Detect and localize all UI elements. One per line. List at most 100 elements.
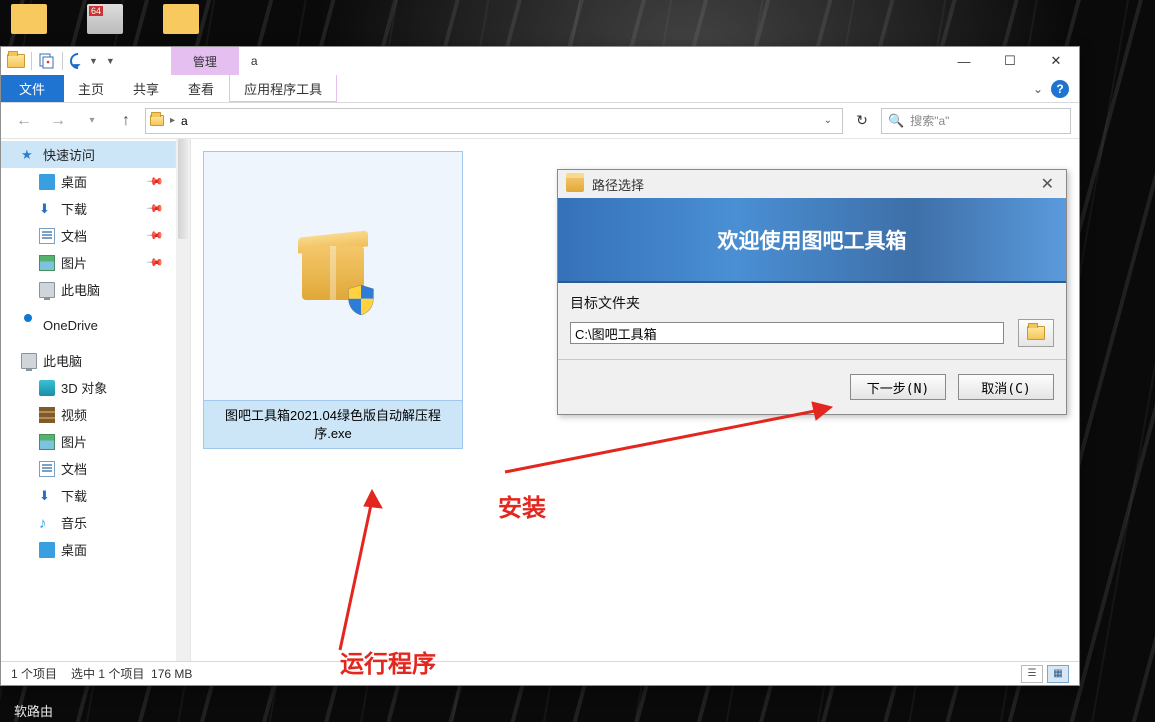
tab-file[interactable]: 文件 <box>1 75 64 102</box>
ribbon-context-title: 管理 <box>171 47 239 75</box>
installer-title-bar[interactable]: 路径选择 ✕ <box>558 170 1066 198</box>
sidebar-item-label: 桌面 <box>61 172 87 191</box>
forward-button[interactable]: → <box>43 108 73 134</box>
file-name: 图吧工具箱2021.04绿色版自动解压程序.exe <box>203 401 463 449</box>
pc-icon <box>39 282 55 298</box>
desktop-icon <box>39 542 55 558</box>
maximize-button[interactable]: ☐ <box>987 47 1033 75</box>
refresh-button[interactable]: ↻ <box>847 108 877 134</box>
sidebar-item-label: 桌面 <box>61 540 87 559</box>
separator <box>62 52 63 70</box>
view-details-button[interactable]: ☰ <box>1021 665 1043 683</box>
status-selected: 选中 1 个项目 176 MB <box>71 665 192 682</box>
tab-app-tools[interactable]: 应用程序工具 <box>229 75 337 102</box>
annotation-arrow <box>330 490 390 663</box>
sidebar-item-music[interactable]: ♪ 音乐 <box>1 509 190 536</box>
address-dropdown-icon[interactable]: ⌄ <box>818 115 838 126</box>
document-icon <box>39 228 55 244</box>
history-dropdown-icon[interactable]: ▾ <box>77 108 107 134</box>
search-placeholder: 搜索"a" <box>910 112 949 129</box>
window-controls: — ☐ ✕ <box>941 47 1079 75</box>
desktop-icon[interactable] <box>84 4 126 46</box>
target-folder-label: 目标文件夹 <box>570 293 1054 313</box>
desktop-icon[interactable] <box>160 4 202 46</box>
browse-button[interactable] <box>1018 319 1054 347</box>
package-icon <box>566 176 584 192</box>
sidebar-item-pictures[interactable]: 图片 <box>1 428 190 455</box>
cancel-button[interactable]: 取消(C) <box>958 374 1054 400</box>
back-button[interactable]: ← <box>9 108 39 134</box>
sidebar-item-label: 图片 <box>61 253 87 272</box>
sidebar-scrollbar[interactable] <box>176 139 190 661</box>
up-button[interactable]: ↑ <box>111 108 141 134</box>
sidebar-item-3d-objects[interactable]: 3D 对象 <box>1 374 190 401</box>
annotation-arrow <box>500 400 840 483</box>
installer-banner: 欢迎使用图吧工具箱 <box>558 198 1066 283</box>
status-item-count: 1 个项目 <box>11 665 57 682</box>
quick-access-toolbar: ▼ ▼ <box>1 47 115 75</box>
video-icon <box>39 407 55 423</box>
sidebar-item-label: 文档 <box>61 459 87 478</box>
sidebar-item-documents[interactable]: 文档 📌 <box>1 222 190 249</box>
star-icon: ★ <box>21 147 37 163</box>
breadcrumb-item[interactable]: a <box>181 114 188 128</box>
sidebar-item-documents[interactable]: 文档 <box>1 455 190 482</box>
sidebar-item-label: 图片 <box>61 432 87 451</box>
installer-dialog: 路径选择 ✕ 欢迎使用图吧工具箱 目标文件夹 下一步(N) 取消(C) <box>557 169 1067 415</box>
sidebar-item-label: 3D 对象 <box>61 378 107 397</box>
sidebar-item-this-pc[interactable]: 此电脑 <box>1 276 190 303</box>
desktop-icon[interactable] <box>8 4 50 46</box>
uac-shield-icon <box>346 284 376 316</box>
title-bar: ▼ ▼ 管理 a — ☐ ✕ <box>1 47 1079 75</box>
sidebar-item-downloads[interactable]: ⬇ 下载 <box>1 482 190 509</box>
next-button[interactable]: 下一步(N) <box>850 374 946 400</box>
sidebar-item-desktop[interactable]: 桌面 📌 <box>1 168 190 195</box>
taskbar-item-label[interactable]: 软路由 <box>14 701 53 720</box>
sidebar-item-downloads[interactable]: ⬇ 下载 📌 <box>1 195 190 222</box>
document-icon <box>39 461 55 477</box>
window-title: a <box>239 47 270 75</box>
qat-customize-icon[interactable]: ▼ <box>106 56 115 66</box>
sidebar-item-label: 下载 <box>61 199 87 218</box>
annotation-install: 安装 <box>498 488 546 523</box>
desktop-icon <box>39 174 55 190</box>
undo-dropdown-icon[interactable]: ▼ <box>89 56 98 66</box>
pin-icon: 📌 <box>146 253 165 272</box>
undo-icon[interactable] <box>67 50 89 72</box>
sidebar-item-this-pc[interactable]: 此电脑 <box>1 347 190 374</box>
close-button[interactable]: ✕ <box>1037 174 1058 194</box>
search-box[interactable]: 🔍 搜索"a" <box>881 108 1071 134</box>
address-bar[interactable]: ▸ a ⌄ <box>145 108 843 134</box>
help-icon[interactable]: ? <box>1051 80 1069 98</box>
tab-view[interactable]: 查看 <box>174 75 229 102</box>
expand-ribbon-icon[interactable]: ⌄ <box>1033 82 1043 96</box>
pc-icon <box>21 353 37 369</box>
sidebar-item-onedrive[interactable]: OneDrive <box>1 313 190 337</box>
sidebar-item-videos[interactable]: 视频 <box>1 401 190 428</box>
onedrive-icon <box>21 317 37 333</box>
desktop-icons <box>8 4 202 46</box>
tab-home[interactable]: 主页 <box>64 75 119 102</box>
file-thumbnail <box>203 151 463 401</box>
sidebar-item-label: 视频 <box>61 405 87 424</box>
file-item[interactable]: 图吧工具箱2021.04绿色版自动解压程序.exe <box>203 151 463 449</box>
search-icon: 🔍 <box>888 113 904 129</box>
minimize-button[interactable]: — <box>941 47 987 75</box>
picture-icon <box>39 255 55 271</box>
close-button[interactable]: ✕ <box>1033 47 1079 75</box>
target-path-input[interactable] <box>570 322 1004 344</box>
view-large-icons-button[interactable]: ▦ <box>1047 665 1069 683</box>
sidebar-item-desktop[interactable]: 桌面 <box>1 536 190 563</box>
sidebar-item-label: 下载 <box>61 486 87 505</box>
sidebar-item-pictures[interactable]: 图片 📌 <box>1 249 190 276</box>
package-icon <box>298 242 368 310</box>
qat-properties-icon[interactable] <box>36 50 58 72</box>
system-menu-icon[interactable] <box>5 50 27 72</box>
sidebar-item-quick-access[interactable]: ★ 快速访问 <box>1 141 190 168</box>
download-icon: ⬇ <box>39 201 55 217</box>
address-separator-icon[interactable]: ▸ <box>170 115 175 126</box>
sidebar-item-label: 文档 <box>61 226 87 245</box>
sidebar-item-label: 此电脑 <box>43 351 82 370</box>
tab-share[interactable]: 共享 <box>119 75 174 102</box>
sidebar-item-label: 此电脑 <box>61 280 100 299</box>
